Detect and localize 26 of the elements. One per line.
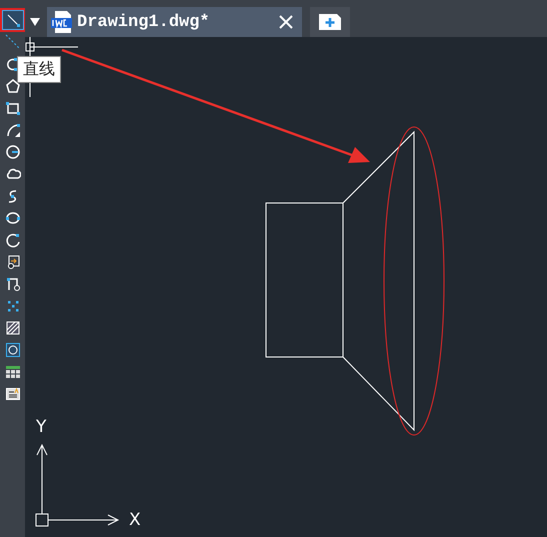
document-tab[interactable]: Drawing1.dwg* bbox=[47, 7, 302, 37]
circle-tool-icon bbox=[4, 144, 20, 160]
ucs-axis-icon bbox=[36, 444, 120, 526]
xline-tool-icon bbox=[4, 34, 20, 50]
arc-tool-icon bbox=[4, 122, 20, 138]
line-tool-button[interactable] bbox=[2, 10, 24, 30]
caret-icon bbox=[30, 18, 40, 26]
line-tool-icon bbox=[4, 12, 20, 28]
y-axis-label: Y bbox=[36, 419, 46, 436]
make-block-tool-icon bbox=[4, 276, 20, 292]
table-tool-icon bbox=[4, 364, 20, 380]
ellipse-arc-tool-icon bbox=[4, 232, 20, 248]
x-axis-label: X bbox=[129, 512, 141, 529]
polygon-tool-icon bbox=[4, 78, 20, 94]
ellipse-tool-icon bbox=[4, 210, 20, 226]
new-tab-button[interactable] bbox=[310, 7, 350, 37]
new-drawing-icon bbox=[319, 13, 341, 31]
text-tool-icon bbox=[4, 386, 20, 402]
rectangle-tool-icon bbox=[4, 100, 20, 116]
hatch-tool-icon bbox=[4, 320, 20, 336]
tab-title: Drawing1.dwg* bbox=[77, 12, 211, 32]
close-icon[interactable] bbox=[278, 14, 294, 30]
tooltip: 直线 bbox=[17, 56, 61, 83]
region-tool-icon bbox=[4, 342, 20, 358]
cloud-tool-icon bbox=[4, 166, 20, 182]
dwg-file-icon bbox=[51, 10, 73, 34]
